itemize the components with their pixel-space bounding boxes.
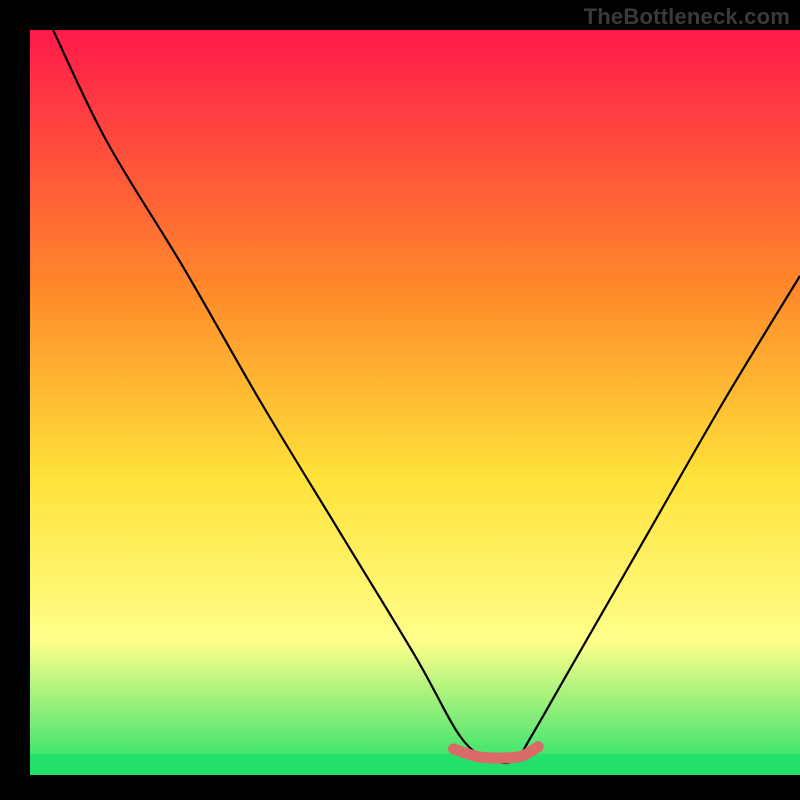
bottleneck-chart <box>0 0 800 800</box>
watermark-text: TheBottleneck.com <box>584 4 790 30</box>
chart-container: TheBottleneck.com <box>0 0 800 800</box>
